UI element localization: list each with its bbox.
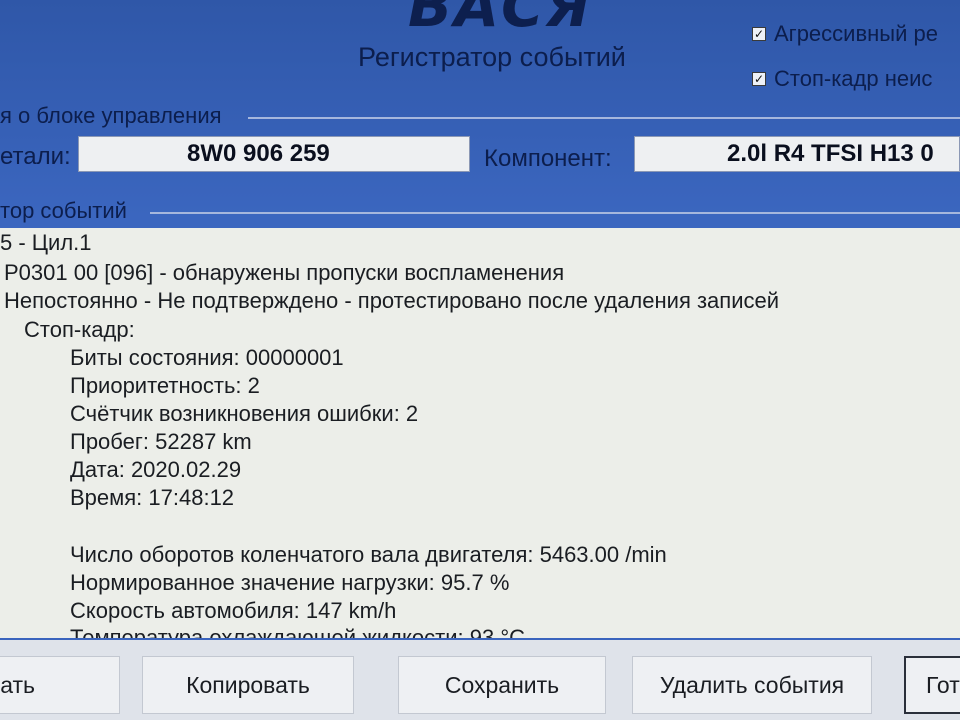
event-memory-group-line (150, 212, 960, 214)
copy-button[interactable]: Копировать (142, 656, 354, 714)
part-number-label: етали: (0, 143, 71, 170)
window-title: Регистратор событий (358, 42, 626, 72)
event-memory-group-title: тор событий (0, 198, 127, 223)
freeze-frame-checkbox[interactable]: ✓ (752, 72, 766, 86)
log-line-fault-status: Непостоянно - Не подтверждено - протести… (4, 288, 780, 313)
log-line-status-bits: Биты состояния: 00000001 (70, 345, 344, 370)
component-field: 2.0l R4 TFSI H13 0 (634, 136, 960, 172)
ecu-info-group-title: я о блоке управления (0, 103, 222, 128)
clear-events-button[interactable]: Удалить события (632, 656, 872, 714)
done-button[interactable]: Гот (904, 656, 960, 714)
log-line-address: 5 - Цил.1 (0, 230, 92, 255)
log-line-freeze-frame: Стоп-кадр: (24, 317, 135, 342)
event-log[interactable]: 5 - Цил.1 P0301 00 [096] - обнаружены пр… (0, 228, 960, 638)
aggressive-mode-label: Агрессивный ре (774, 21, 938, 46)
freeze-frame-option[interactable]: ✓ Стоп-кадр неис (752, 66, 933, 91)
log-line-engine-load: Нормированное значение нагрузки: 95.7 % (70, 570, 510, 595)
log-line-fault-code: P0301 00 [096] - обнаружены пропуски вос… (4, 260, 565, 285)
log-line-mileage: Пробег: 52287 km (70, 429, 252, 454)
component-label: Компонент: (484, 145, 612, 172)
aggressive-mode-checkbox[interactable]: ✓ (752, 27, 766, 41)
app-header: ВАСЯ Регистратор событий ✓ Агрессивный р… (0, 0, 960, 100)
freeze-frame-label: Стоп-кадр неис (774, 66, 933, 91)
log-line-engine-rpm: Число оборотов коленчатого вала двигател… (70, 542, 667, 567)
print-button[interactable]: ать (0, 656, 120, 714)
log-line-coolant-temp: Температура охлаждающей жидкости: 93 °C (70, 625, 526, 638)
log-line-date: Дата: 2020.02.29 (70, 457, 242, 482)
part-number-field: 8W0 906 259 (78, 136, 470, 172)
save-button[interactable]: Сохранить (398, 656, 606, 714)
aggressive-mode-option[interactable]: ✓ Агрессивный ре (752, 21, 938, 46)
log-line-vehicle-speed: Скорость автомобиля: 147 km/h (70, 598, 397, 623)
log-line-time: Время: 17:48:12 (70, 485, 235, 510)
log-line-occurrence-counter: Счётчик возникновения ошибки: 2 (70, 401, 419, 426)
app-logo: ВАСЯ (408, 0, 593, 40)
log-line-priority: Приоритетность: 2 (70, 373, 260, 398)
button-bar: ать Копировать Сохранить Удалить события… (0, 640, 960, 720)
ecu-info-group-line (248, 117, 960, 119)
